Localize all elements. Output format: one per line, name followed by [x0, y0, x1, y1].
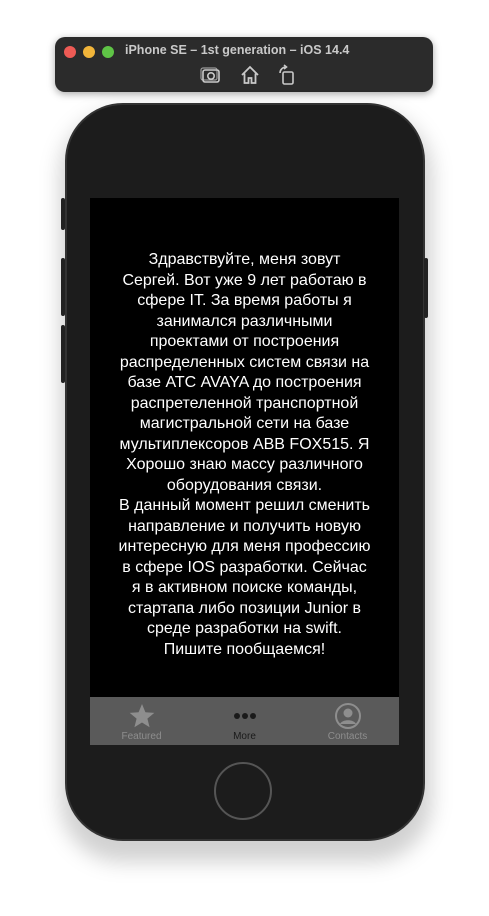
- star-icon: [128, 702, 156, 730]
- tab-featured-label: Featured: [121, 731, 162, 742]
- tab-more[interactable]: More: [193, 697, 296, 745]
- mute-switch[interactable]: [61, 198, 65, 230]
- tab-contacts[interactable]: Contacts: [296, 697, 399, 745]
- close-window-button[interactable]: [64, 46, 76, 58]
- simulator-title: iPhone SE – 1st generation – iOS 14.4: [125, 43, 350, 57]
- screenshot-icon[interactable]: [200, 64, 222, 86]
- rotate-icon[interactable]: [276, 64, 298, 86]
- more-dots-icon: [231, 702, 259, 730]
- volume-up-button[interactable]: [61, 258, 65, 316]
- power-button[interactable]: [424, 258, 428, 318]
- tab-featured[interactable]: Featured: [90, 697, 193, 745]
- contacts-icon: [334, 702, 362, 730]
- simulator-title-bar: iPhone SE – 1st generation – iOS 14.4: [55, 37, 433, 92]
- about-text: Здравствуйте, меня зовут Сергей. Вот уже…: [118, 251, 371, 658]
- volume-down-button[interactable]: [61, 325, 65, 383]
- home-button[interactable]: [214, 762, 272, 820]
- tab-bar: Featured More Contacts: [90, 697, 399, 745]
- tab-contacts-label: Contacts: [327, 731, 368, 742]
- minimize-window-button[interactable]: [83, 46, 95, 58]
- app-screen: Здравствуйте, меня зовут Сергей. Вот уже…: [90, 198, 399, 745]
- zoom-window-button[interactable]: [102, 46, 114, 58]
- home-icon[interactable]: [239, 64, 261, 86]
- tab-more-label: More: [233, 731, 256, 742]
